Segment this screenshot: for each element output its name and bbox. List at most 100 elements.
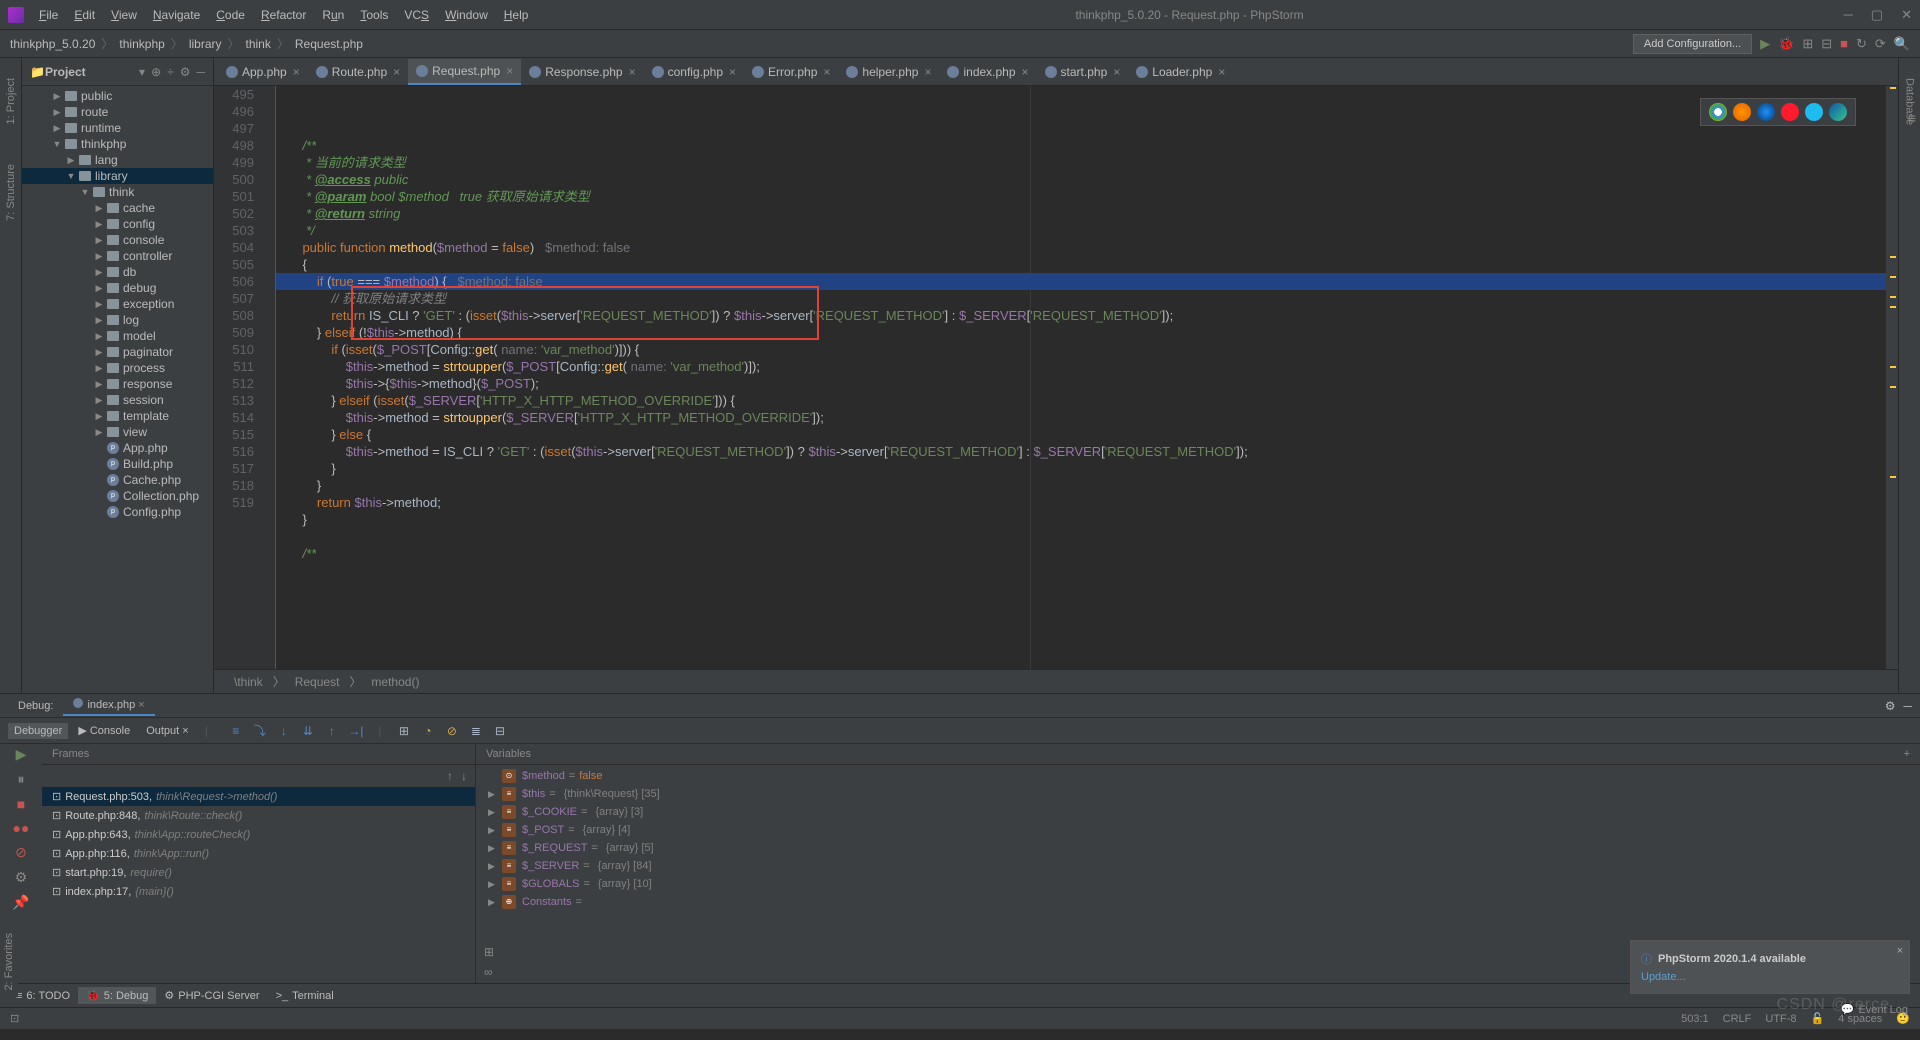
step-into-icon[interactable]: ↓ — [276, 723, 292, 739]
crumb-ns[interactable]: \think — [234, 675, 263, 689]
opera-icon[interactable] — [1781, 103, 1799, 121]
frame-up-icon[interactable]: ↑ — [447, 769, 453, 783]
tree-item[interactable]: ▶controller — [22, 248, 213, 264]
chrome-icon[interactable] — [1709, 103, 1727, 121]
pin-icon[interactable]: 📌 — [12, 894, 29, 911]
crumb-class[interactable]: Request — [295, 675, 340, 689]
tree-item[interactable]: ▶debug — [22, 280, 213, 296]
sidetab-project[interactable]: 1: Project — [5, 78, 17, 124]
tree-item[interactable]: ▶process — [22, 360, 213, 376]
sidetab-structure[interactable]: 7: Structure — [5, 164, 17, 221]
menu-tools[interactable]: Tools — [353, 4, 395, 26]
frame-item[interactable]: ⊡ Request.php:503, think\Request->method… — [42, 787, 475, 806]
crumb-item[interactable]: library — [189, 37, 222, 51]
tree-item[interactable]: ▼thinkphp — [22, 136, 213, 152]
tree-item[interactable]: ▶config — [22, 216, 213, 232]
maximize-icon[interactable]: ▢ — [1871, 7, 1883, 23]
crumb-method[interactable]: method() — [371, 675, 419, 689]
variable-item[interactable]: ▶≡$GLOBALS = {array} [10] — [484, 875, 1912, 893]
frame-item[interactable]: ⊡ App.php:116, think\App::run() — [42, 844, 475, 863]
menu-window[interactable]: Window — [438, 4, 495, 26]
trace-icon[interactable]: ◔ — [420, 723, 436, 739]
editor-tab[interactable]: Error.php× — [744, 59, 838, 85]
editor-tab[interactable]: Request.php× — [408, 59, 521, 85]
editor-tab[interactable]: Route.php× — [308, 59, 408, 85]
tree-item[interactable]: ▶console — [22, 232, 213, 248]
variable-item[interactable]: ▶≡$this = {think\Request} [35] — [484, 785, 1912, 803]
minimize-icon[interactable]: ─ — [1844, 7, 1853, 23]
variable-item[interactable]: ▶≡$_POST = {array} [4] — [484, 821, 1912, 839]
tool-tab[interactable]: ≡6: TODO — [8, 988, 78, 1004]
frame-down-icon[interactable]: ↓ — [461, 769, 467, 783]
editor-tab[interactable]: Response.php× — [521, 59, 643, 85]
ie-icon[interactable] — [1805, 103, 1823, 121]
run-to-cursor-icon[interactable]: →| — [348, 723, 364, 739]
menu-vcs[interactable]: VCS — [397, 4, 436, 26]
tree-item[interactable]: ▶runtime — [22, 120, 213, 136]
safari-icon[interactable] — [1757, 103, 1775, 121]
tree-item[interactable]: ▼think — [22, 184, 213, 200]
crumb-item[interactable]: think — [246, 37, 271, 51]
debug-hide-icon[interactable]: ─ — [1903, 699, 1912, 713]
tree-item[interactable]: ▶lang — [22, 152, 213, 168]
tree-item[interactable]: ▶response — [22, 376, 213, 392]
tree-item[interactable]: ▶log — [22, 312, 213, 328]
crumb-item[interactable]: Request.php — [295, 37, 363, 51]
debug-gear-icon[interactable]: ⚙ — [1885, 699, 1896, 713]
line-sep[interactable]: CRLF — [1723, 1013, 1752, 1025]
editor-menu-icon[interactable]: ≡ — [1908, 110, 1916, 126]
tree-item[interactable]: ▶model — [22, 328, 213, 344]
tree-item[interactable]: ▼library — [22, 168, 213, 184]
editor-tab[interactable]: Loader.php× — [1128, 59, 1233, 85]
add-watch-icon[interactable]: + — [1904, 748, 1910, 760]
tab-output[interactable]: Output × — [140, 723, 195, 739]
variables-list[interactable]: ⊙$method = false ▶≡$this = {think\Reques… — [476, 765, 1920, 941]
search-icon[interactable]: 🔍 — [1894, 36, 1910, 52]
step-over-icon[interactable]: ⤵ — [252, 723, 268, 739]
code-content[interactable]: /** * 当前的请求类型 * @access public * @param … — [276, 86, 1886, 669]
variable-item[interactable]: ▶≡$_REQUEST = {array} [5] — [484, 839, 1912, 857]
variable-item[interactable]: ▶≡$_COOKIE = {array} [3] — [484, 803, 1912, 821]
menu-run[interactable]: Run — [315, 4, 351, 26]
resume-icon[interactable]: ▶ — [16, 746, 27, 763]
menu-refactor[interactable]: Refactor — [254, 4, 313, 26]
layout-icon[interactable]: ≣ — [468, 723, 484, 739]
collapse-icon[interactable]: ÷ — [167, 65, 174, 79]
view-breakpoints-icon[interactable]: ●● — [13, 820, 30, 836]
tree-item[interactable]: ▶cache — [22, 200, 213, 216]
frame-item[interactable]: ⊡ App.php:643, think\App::routeCheck() — [42, 825, 475, 844]
variable-item[interactable]: ▶≡$_SERVER = {array} [84] — [484, 857, 1912, 875]
sync-icon[interactable]: ⟳ — [1875, 36, 1886, 52]
profile-icon[interactable]: ⊟ — [1821, 36, 1832, 52]
fold-gutter[interactable] — [264, 86, 276, 669]
variable-item[interactable]: ▶⊕Constants = — [484, 893, 1912, 911]
stop-icon[interactable]: ■ — [1840, 36, 1848, 51]
tab-debugger[interactable]: Debugger — [8, 723, 68, 739]
variable-item[interactable]: ⊙$method = false — [484, 767, 1912, 785]
frame-item[interactable]: ⊡ Route.php:848, think\Route::check() — [42, 806, 475, 825]
tree-item[interactable]: ▶db — [22, 264, 213, 280]
menu-code[interactable]: Code — [209, 4, 252, 26]
stop-icon[interactable]: ■ — [17, 796, 25, 812]
tree-item[interactable]: ▶paginator — [22, 344, 213, 360]
menu-file[interactable]: File — [32, 4, 65, 26]
dropdown-icon[interactable]: ▾ — [139, 65, 145, 79]
tree-item[interactable]: pConfig.php — [22, 504, 213, 520]
tree-item[interactable]: ▶view — [22, 424, 213, 440]
error-stripe[interactable] — [1886, 86, 1898, 669]
editor-tab[interactable]: App.php× — [218, 59, 308, 85]
menu-view[interactable]: View — [104, 4, 144, 26]
step-out-icon[interactable]: ↑ — [324, 723, 340, 739]
crumb-item[interactable]: thinkphp — [119, 37, 164, 51]
pause-icon[interactable]: ⏸ — [18, 771, 25, 788]
evaluate-icon[interactable]: ⊞ — [396, 723, 412, 739]
status-icon[interactable]: ⊡ — [10, 1012, 19, 1025]
tree-item[interactable]: ▶template — [22, 408, 213, 424]
frame-item[interactable]: ⊡ index.php:17, {main}() — [42, 882, 475, 901]
run-icon[interactable]: ▶ — [1760, 36, 1770, 52]
tree-item[interactable]: ▶public — [22, 88, 213, 104]
watch-toggle-icon[interactable]: ⊘ — [444, 723, 460, 739]
tree-item[interactable]: pCache.php — [22, 472, 213, 488]
edge-icon[interactable] — [1829, 103, 1847, 121]
frame-item[interactable]: ⊡ start.php:19, require() — [42, 863, 475, 882]
